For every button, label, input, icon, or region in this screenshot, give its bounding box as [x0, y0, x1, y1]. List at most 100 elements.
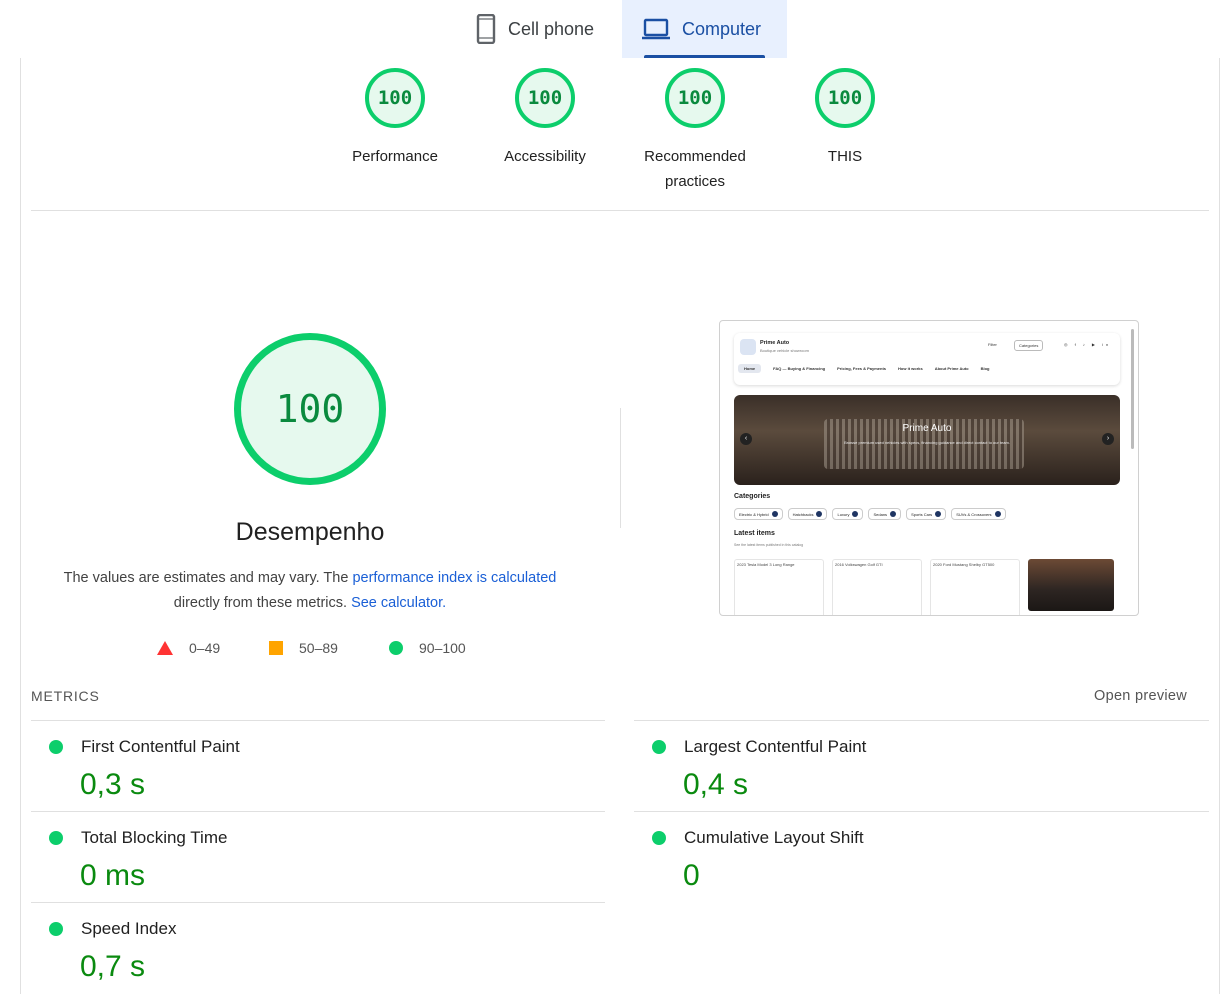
metric-value: 0 ms: [80, 859, 146, 892]
final-screenshot[interactable]: Prime Auto Boutique vehicle showroom Fil…: [719, 320, 1139, 616]
site-category-chips: Electric & Hybrid Hatchbacks Luxury Seda…: [734, 508, 1006, 520]
desc-text-mid: directly from these metrics.: [173, 595, 352, 611]
metric-value: 0,3 s: [80, 768, 146, 801]
legend-average-label: 50–89: [299, 640, 338, 656]
vertical-divider: [620, 408, 621, 528]
site-nav-item: FAQ — Buying & Financing: [773, 366, 826, 371]
tab-desktop[interactable]: Computer: [622, 0, 787, 58]
triangle-icon: [157, 641, 173, 655]
hero-subtitle: Browse premium used vehicles with specs,…: [844, 440, 1010, 445]
metrics-heading: METRICS: [31, 688, 100, 704]
metric-title: First Contentful Paint: [81, 737, 240, 756]
performance-title: Desempenho: [235, 518, 385, 546]
metrics-divider: [634, 811, 1209, 812]
site-filter: Filter: [988, 342, 997, 347]
metrics-divider: [31, 720, 605, 721]
site-header: Prime Auto Boutique vehicle showroom Fil…: [734, 333, 1120, 385]
chevron-right-icon: ›: [1102, 433, 1114, 445]
legend-average: 50–89: [269, 640, 338, 656]
gauge-seo-score: 100: [815, 68, 875, 128]
metrics-divider: [31, 902, 605, 903]
gauge-seo[interactable]: 100 THIS: [770, 68, 920, 169]
site-nav-item: How it works: [898, 366, 923, 371]
gauge-accessibility-label: Accessibility: [504, 148, 586, 165]
site-brand: Prime Auto: [760, 340, 790, 346]
site-card: 2016 Volkswagen Golf GTI: [832, 559, 922, 615]
gauge-performance-label: Performance: [352, 148, 438, 165]
screenshot-scrollbar: [1131, 329, 1134, 449]
score-legend: 0–49 50–89 90–100: [0, 640, 620, 662]
category-chip: SUVs & Crossovers: [951, 508, 1006, 520]
category-chip: Electric & Hybrid: [734, 508, 783, 520]
pass-circle-icon: [49, 831, 63, 845]
site-logo-icon: [740, 339, 756, 355]
metrics-divider: [634, 720, 1209, 721]
metric-title: Largest Contentful Paint: [684, 737, 867, 756]
gauge-best-practices[interactable]: 100 Recommended practices: [620, 68, 770, 194]
circle-icon: [389, 641, 403, 655]
desc-text-start: The values are estimates and may vary. T…: [63, 570, 353, 586]
performance-score-gauge: 100: [234, 333, 386, 485]
metric-value: 0,4 s: [683, 768, 749, 801]
site-nav-item: About Prime Auto: [934, 366, 969, 371]
site-tagline: Boutique vehicle showroom: [760, 348, 809, 353]
category-gauges: 100 Performance 100 Accessibility 100 Re…: [0, 68, 1228, 198]
performance-index-link[interactable]: performance index is calculated: [352, 570, 556, 586]
open-preview-toggle[interactable]: Open preview: [1094, 688, 1187, 704]
legend-pass: 90–100: [389, 640, 466, 656]
site-categories-title: Categories: [734, 493, 771, 500]
category-chip: Sports Cars: [906, 508, 947, 520]
tab-mobile[interactable]: Cell phone: [456, 0, 622, 58]
gauge-seo-label: THIS: [827, 148, 863, 165]
metric-value: 0: [683, 859, 700, 892]
tab-mobile-label: Cell phone: [508, 18, 595, 39]
gauge-performance[interactable]: 100 Performance: [320, 68, 470, 169]
section-divider: [31, 210, 1209, 211]
pass-circle-icon: [49, 740, 63, 754]
performance-description: The values are estimates and may vary. T…: [40, 566, 580, 616]
metric-value: 0,7 s: [80, 950, 146, 983]
site-nav-item: Pricing, Fees & Payments: [837, 366, 887, 371]
gauge-accessibility-score: 100: [515, 68, 575, 128]
site-categories-button: Categories: [1014, 340, 1044, 351]
site-card-image: [1028, 559, 1118, 615]
site-nav: Home FAQ — Buying & Financing Pricing, F…: [738, 364, 990, 373]
gauge-best-practices-label: Recommended practices: [644, 148, 746, 190]
hero-title: Prime Auto: [902, 423, 952, 434]
pass-circle-icon: [652, 740, 666, 754]
metric-title: Cumulative Layout Shift: [684, 828, 864, 847]
site-card: 2023 Tesla Model 3 Long Range: [734, 559, 824, 615]
chevron-left-icon: ‹: [740, 433, 752, 445]
gauge-performance-score: 100: [365, 68, 425, 128]
phone-icon: [476, 14, 496, 44]
site-latest-title: Latest items: [734, 530, 775, 537]
category-chip: Luxury: [832, 508, 864, 520]
site-nav-item: Blog: [980, 366, 990, 371]
legend-fail-label: 0–49: [189, 640, 221, 656]
site-nav-item: Home: [738, 364, 762, 373]
metric-lcp: Largest Contentful Paint 0,4 s: [634, 728, 1194, 818]
device-tabs: Cell phone Computer: [0, 0, 1228, 58]
calculator-link[interactable]: See calculator.: [351, 595, 446, 611]
site-cards: 2023 Tesla Model 3 Long Range 2016 Volks…: [734, 559, 1118, 615]
metric-speed-index: Speed Index 0,7 s: [31, 910, 591, 994]
category-chip: Hatchbacks: [787, 508, 828, 520]
legend-fail: 0–49: [157, 640, 220, 656]
social-icons: ◎ f ♪ ▶ in: [1064, 342, 1112, 347]
gauge-best-practices-score: 100: [665, 68, 725, 128]
category-chip: Sedans: [868, 508, 902, 520]
metric-cls: Cumulative Layout Shift 0: [634, 819, 1194, 909]
metric-fcp: First Contentful Paint 0,3 s: [31, 728, 591, 818]
metric-title: Speed Index: [81, 919, 177, 938]
pass-circle-icon: [652, 831, 666, 845]
tab-desktop-label: Computer: [682, 18, 762, 39]
site-card: 2020 Ford Mustang Shelby GT500: [930, 559, 1020, 615]
square-icon: [269, 641, 283, 655]
gauge-accessibility[interactable]: 100 Accessibility: [470, 68, 620, 169]
site-hero: Prime Auto Browse premium used vehicles …: [734, 395, 1120, 485]
metric-tbt: Total Blocking Time 0 ms: [31, 819, 591, 909]
site-latest-subtitle: See the latest items published in this c…: [734, 543, 804, 547]
legend-pass-label: 90–100: [419, 640, 466, 656]
metric-title: Total Blocking Time: [81, 828, 228, 847]
laptop-icon: [642, 18, 670, 40]
